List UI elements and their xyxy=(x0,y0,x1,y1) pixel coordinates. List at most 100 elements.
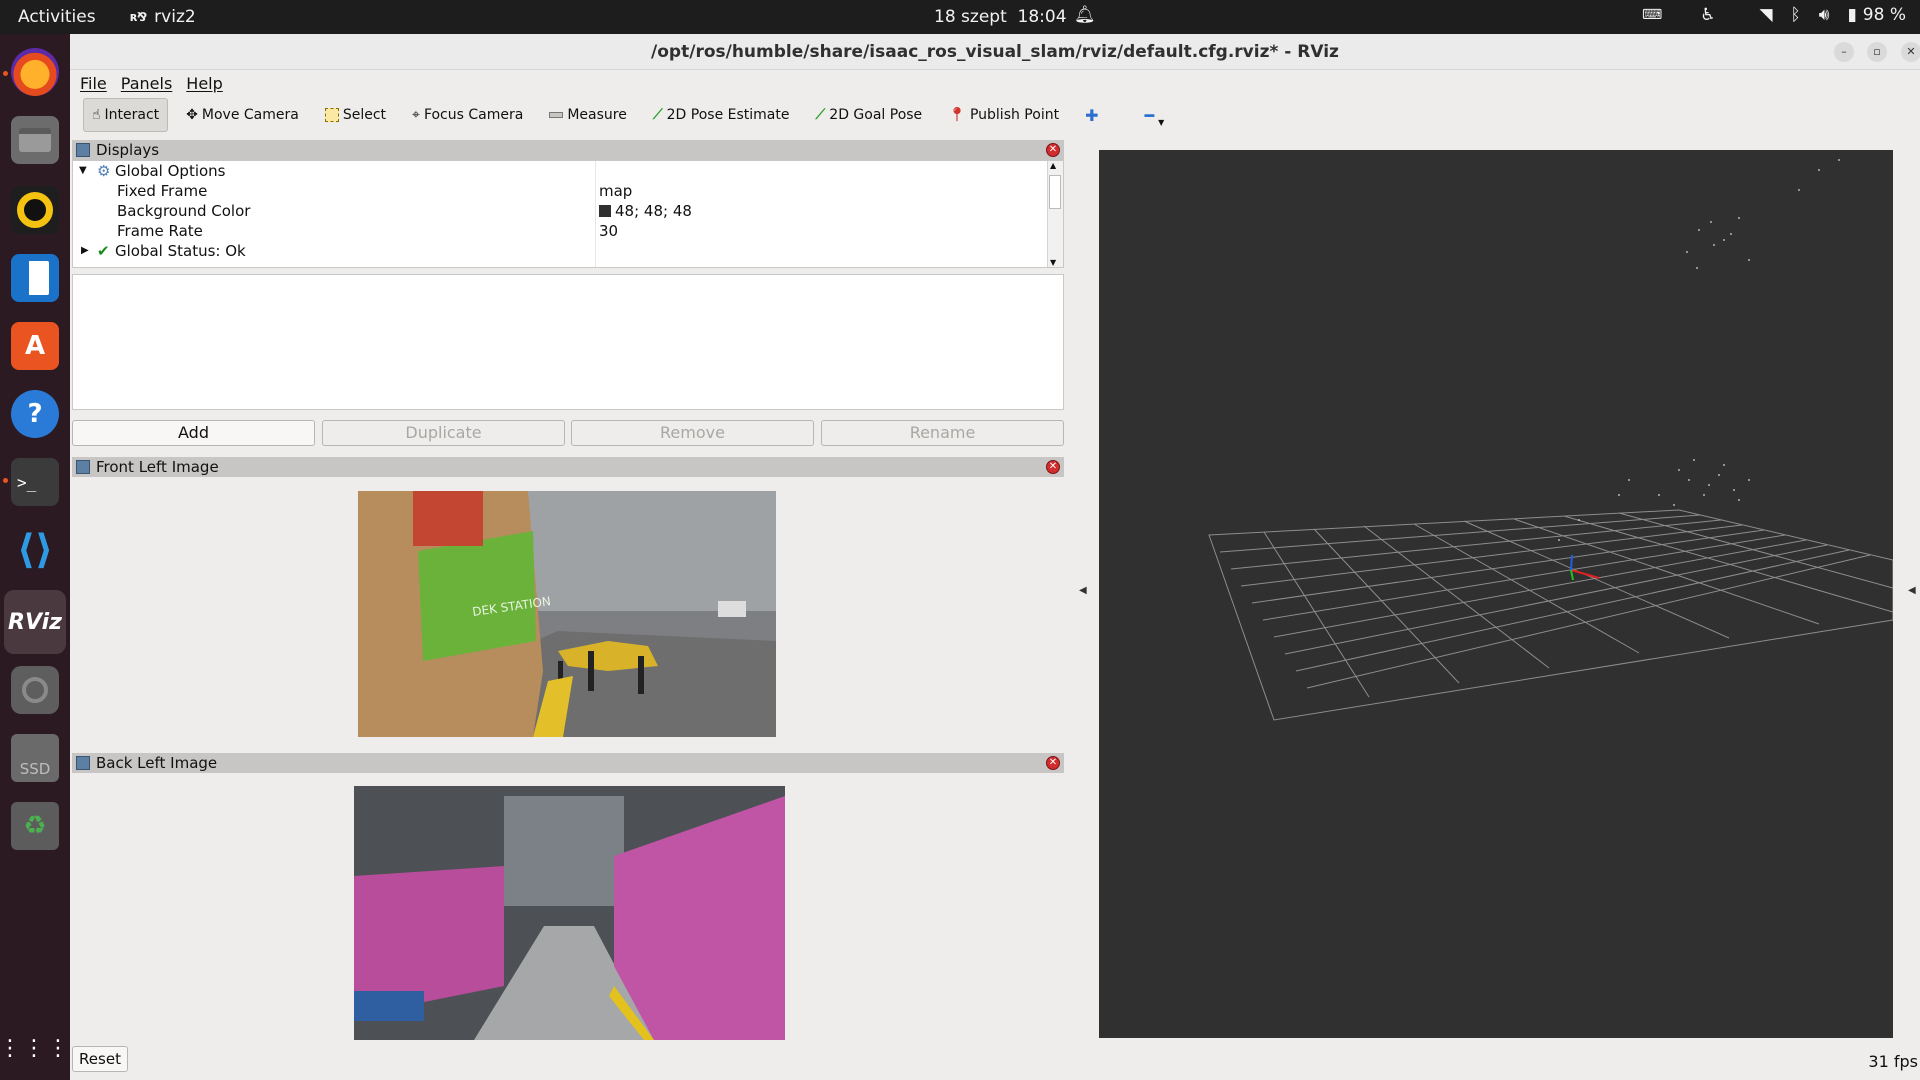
volume-icon[interactable]: 🔊︎ xyxy=(1819,5,1830,25)
back-left-image-view xyxy=(72,774,1064,1040)
green-arrow-icon: ⟋ xyxy=(652,107,663,123)
rviz-small-icon: ʀ⅋ xyxy=(130,10,147,24)
image-icon xyxy=(76,460,90,474)
add-tool-button[interactable]: ✚ xyxy=(1077,98,1106,132)
dropdown-arrow-icon[interactable]: ▼ xyxy=(1158,118,1164,127)
move-camera-tool-button[interactable]: ✥ Move Camera xyxy=(178,98,307,132)
3d-render-view[interactable] xyxy=(1099,150,1894,1038)
3d-scene xyxy=(1208,159,1894,721)
frame-rate-label: Frame Rate xyxy=(117,222,203,240)
input-method-icon[interactable]: ⌨︎ xyxy=(1642,7,1662,23)
2d-pose-estimate-tool-button[interactable]: ⟋ 2D Pose Estimate xyxy=(645,98,798,132)
show-apps-icon[interactable]: ⋮⋮⋮ xyxy=(0,1024,69,1072)
writer-icon[interactable] xyxy=(11,254,59,302)
gear-icon: ⚙ xyxy=(97,162,111,180)
point-cloud xyxy=(1558,159,1840,541)
global-options-label: Global Options xyxy=(115,162,226,180)
focus-camera-tool-button[interactable]: ⌖ Focus Camera xyxy=(404,98,531,132)
wifi-icon[interactable]: ◥ xyxy=(1759,5,1772,25)
tool-bar: ☝︎ Interact ✥ Move Camera Select ⌖ Focus… xyxy=(70,96,1920,134)
window-titlebar[interactable]: /opt/ros/humble/share/isaac_ros_visual_s… xyxy=(70,34,1920,70)
notification-bell-icon[interactable]: 🔔︎ xyxy=(1074,5,1096,25)
collapse-right-arrow-icon[interactable]: ◀ xyxy=(1908,585,1916,596)
accessibility-icon[interactable]: ♿︎ xyxy=(1700,5,1715,25)
system-tray[interactable]: ⌨︎ ♿︎ ◥ ᛒ 🔊︎ ▮ 98 % xyxy=(1642,5,1906,25)
remove-tool-button[interactable]: ━ ▼ xyxy=(1136,98,1172,132)
bluetooth-icon[interactable]: ᛒ xyxy=(1791,5,1801,25)
collapsed-arrow-icon[interactable]: ▶ xyxy=(81,245,89,256)
trash-icon[interactable]: ♻ xyxy=(11,802,59,850)
help-icon[interactable]: ? xyxy=(11,390,59,438)
activities-button[interactable]: Activities xyxy=(18,7,96,27)
menu-help[interactable]: Help xyxy=(186,74,222,93)
front-left-image-panel-header[interactable]: Front Left Image ✕ xyxy=(72,457,1064,477)
displays-scrollbar[interactable]: ▲ ▼ xyxy=(1047,161,1063,267)
terminal-icon[interactable]: >_ xyxy=(11,458,59,506)
close-panel-icon[interactable]: ✕ xyxy=(1046,460,1060,474)
app-menu[interactable]: ʀ⅋ rviz2 xyxy=(130,7,196,27)
ruler-icon xyxy=(549,112,564,118)
minimize-button[interactable]: – xyxy=(1834,42,1854,62)
fixed-frame-label: Fixed Frame xyxy=(117,182,208,200)
front-left-image-view: DEK STATION xyxy=(72,478,1064,774)
close-window-button[interactable]: ✕ xyxy=(1901,42,1920,62)
global-status-label: Global Status: Ok xyxy=(115,242,246,260)
measure-tool-button[interactable]: Measure xyxy=(541,98,635,132)
tree-row-global-status[interactable]: ▶ ✔ Global Status: Ok xyxy=(73,241,1063,261)
green-arrow-icon: ⟋ xyxy=(815,107,826,123)
vscode-icon[interactable]: ⟨⟩ xyxy=(11,526,59,574)
grid xyxy=(1208,509,1894,721)
rviz-window: /opt/ros/humble/share/isaac_ros_visual_s… xyxy=(70,34,1920,1080)
tool-label: Move Camera xyxy=(201,107,299,123)
clock[interactable]: 18 szept 18:04 xyxy=(934,7,1067,27)
scroll-down-icon[interactable]: ▼ xyxy=(1050,258,1056,267)
remove-button[interactable]: Remove xyxy=(571,420,814,446)
app-center-icon[interactable]: A xyxy=(11,322,59,370)
files-icon[interactable] xyxy=(11,116,59,164)
menu-panels[interactable]: Panels xyxy=(121,74,173,93)
dock: A ? >_ ⟨⟩ RViz SSD ♻ ⋮⋮⋮ xyxy=(0,34,70,1080)
tree-row-fixed-frame[interactable]: Fixed Frame map xyxy=(73,181,1063,201)
tree-row-frame-rate[interactable]: Frame Rate 30 xyxy=(73,221,1063,241)
scroll-up-icon[interactable]: ▲ xyxy=(1050,161,1056,170)
status-bar: Reset 31 fps xyxy=(70,1044,1920,1080)
ssd-icon[interactable]: SSD xyxy=(11,734,59,782)
2d-goal-pose-tool-button[interactable]: ⟋ 2D Goal Pose xyxy=(807,98,930,132)
rename-button[interactable]: Rename xyxy=(821,420,1064,446)
publish-point-tool-button[interactable]: 📍︎ Publish Point xyxy=(940,98,1067,132)
select-tool-button[interactable]: Select xyxy=(317,98,394,132)
frame-rate-value[interactable]: 30 xyxy=(599,222,618,240)
collapse-left-arrow-icon[interactable]: ◀ xyxy=(1079,585,1087,596)
rhythmbox-icon[interactable] xyxy=(11,186,59,234)
displays-panel-header[interactable]: Displays ✕ xyxy=(72,140,1064,160)
expand-arrow-icon[interactable]: ▼ xyxy=(79,165,87,176)
front-left-image-title: Front Left Image xyxy=(96,458,219,476)
tree-row-background-color[interactable]: Background Color 48; 48; 48 xyxy=(73,201,1063,221)
image-icon xyxy=(76,756,90,770)
disk-icon[interactable] xyxy=(11,666,59,714)
displays-tree[interactable]: ▼ ⚙ Global Options Fixed Frame map Backg… xyxy=(72,160,1064,268)
tree-row-global-options[interactable]: ▼ ⚙ Global Options xyxy=(73,161,1063,181)
interact-tool-button[interactable]: ☝︎ Interact xyxy=(83,98,169,132)
scroll-thumb[interactable] xyxy=(1049,175,1061,209)
battery-icon[interactable]: ▮ xyxy=(1847,5,1856,25)
duplicate-button[interactable]: Duplicate xyxy=(322,420,565,446)
running-indicator xyxy=(3,71,8,76)
add-button[interactable]: Add xyxy=(72,420,315,446)
select-box-icon xyxy=(324,108,339,122)
menu-bar: File Panels Help xyxy=(70,70,1920,96)
checkmark-icon: ✔ xyxy=(97,242,110,260)
firefox-icon[interactable] xyxy=(11,48,59,96)
close-panel-icon[interactable]: ✕ xyxy=(1046,143,1060,157)
fixed-frame-value[interactable]: map xyxy=(599,182,632,200)
color-swatch xyxy=(599,205,611,217)
menu-file[interactable]: File xyxy=(80,74,107,93)
rviz-icon[interactable]: RViz xyxy=(4,590,66,654)
maximize-button[interactable]: ▫ xyxy=(1867,42,1887,62)
display-description-area xyxy=(72,274,1064,410)
front-left-camera-image: DEK STATION xyxy=(358,491,776,737)
reset-button[interactable]: Reset xyxy=(72,1046,128,1072)
back-left-image-panel-header[interactable]: Back Left Image ✕ xyxy=(72,753,1064,773)
background-color-value-group[interactable]: 48; 48; 48 xyxy=(599,202,692,220)
close-panel-icon[interactable]: ✕ xyxy=(1046,756,1060,770)
